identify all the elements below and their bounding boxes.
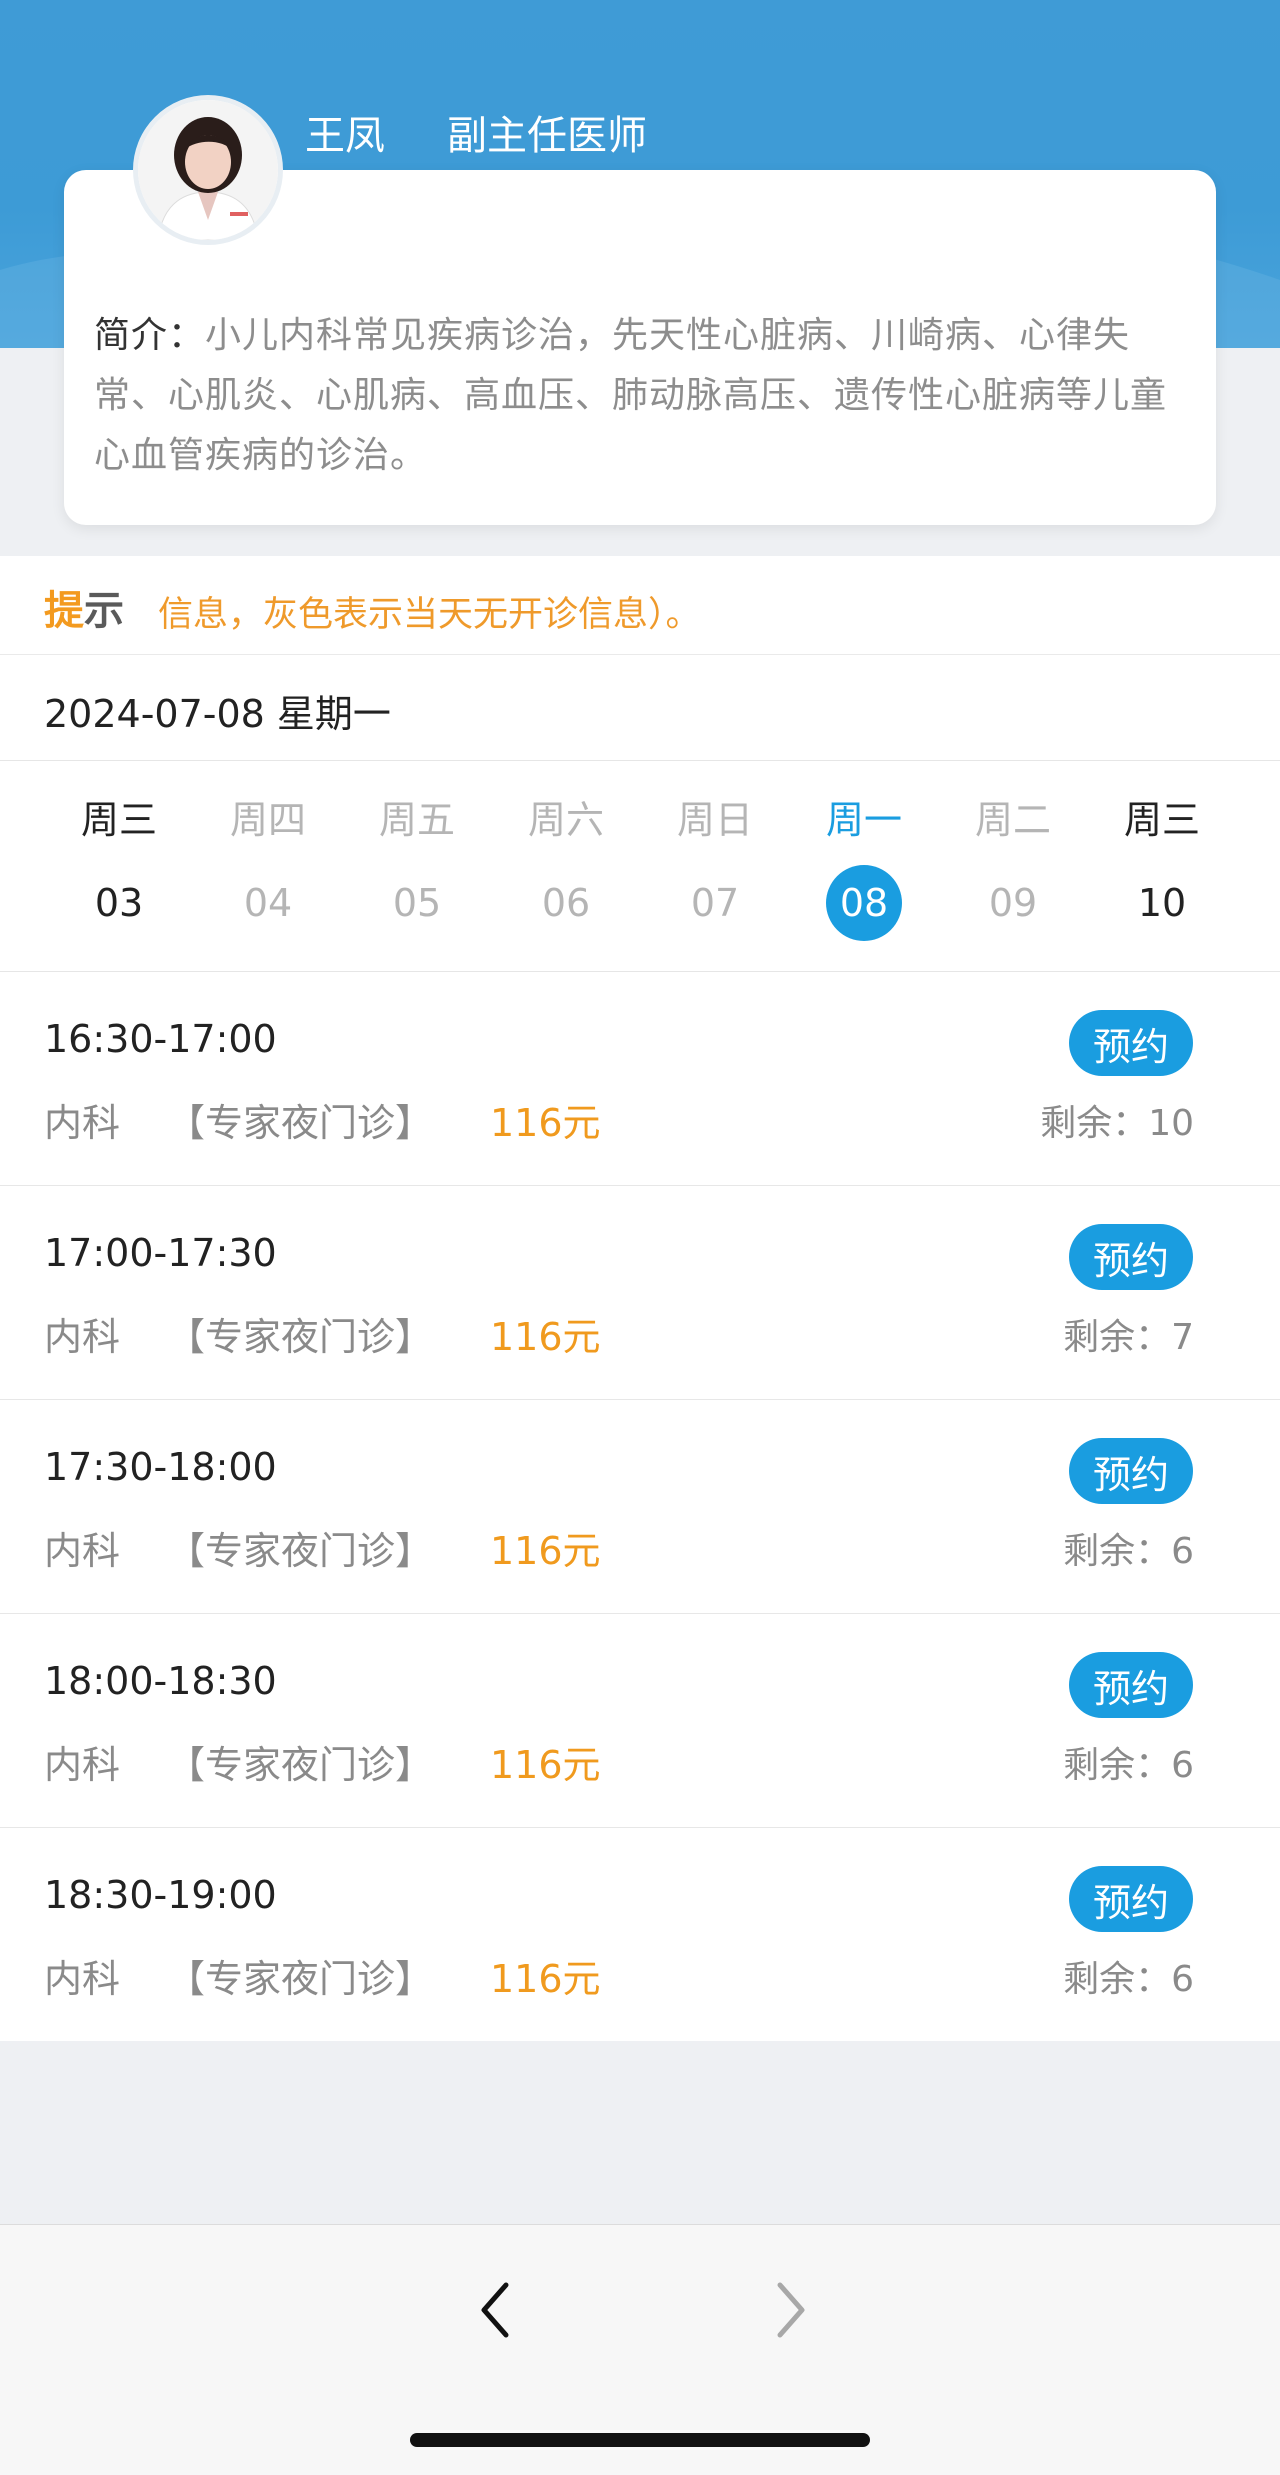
slot-remaining: 剩余：6 [1063, 1959, 1194, 2000]
doctor-title: 副主任医师 [447, 113, 647, 159]
slot-department: 内科 [44, 1101, 121, 1145]
date-day-number: 04 [243, 881, 293, 925]
slot-remaining: 剩余：6 [1063, 1531, 1194, 1572]
date-cell[interactable]: 周六 06 [491, 761, 641, 971]
slot-time: 18:30-19:00 [44, 1873, 277, 1917]
date-day-number: 08 [826, 865, 902, 941]
date-cell[interactable]: 周四 04 [193, 761, 343, 971]
date-day-number: 06 [541, 881, 591, 925]
slot-department: 内科 [44, 1529, 121, 1573]
slot-price: 116元 [490, 1101, 601, 1145]
doctor-name: 王凤 [305, 113, 385, 159]
slot-row: 17:30-18:00 内科 【专家夜门诊】 116元 预约剩余：6 [0, 1400, 1280, 1614]
slot-price: 116元 [490, 1957, 601, 2001]
doctor-photo-image [138, 100, 278, 240]
selected-date: 2024-07-08 星期一 [44, 692, 391, 736]
slot-time: 18:00-18:30 [44, 1659, 277, 1703]
browser-toolbar [0, 2224, 1280, 2475]
slot-row: 18:00-18:30 内科 【专家夜门诊】 116元 预约剩余：6 [0, 1614, 1280, 1828]
chevron-left-icon [481, 2282, 509, 2338]
doctor-avatar [133, 95, 283, 245]
date-day-number: 10 [1137, 881, 1187, 925]
date-weekday: 周 [1236, 789, 1280, 844]
date-day-number: 07 [690, 881, 740, 925]
forward-button[interactable] [760, 2275, 820, 2345]
tip-bar: 提示 信息，灰色表示当天无开诊信息）。 [0, 556, 1280, 655]
slot-list: 16:30-17:00 内科 【专家夜门诊】 116元 预约 剩余：10 17:00-17:… [0, 972, 1280, 2041]
slot-remaining: 剩余：6 [1063, 1745, 1194, 1786]
tip-icon: 提示 [44, 578, 124, 636]
chevron-right-icon [777, 2282, 805, 2338]
date-day-number: 05 [392, 881, 442, 925]
slot-department: 内科 [44, 1957, 121, 2001]
date-cell[interactable]: 周一 08 [789, 761, 939, 971]
slot-row: 17:00-17:30 内科 【专家夜门诊】 116元 预约剩余：7 [0, 1186, 1280, 1400]
date-weekday: 周三 [80, 798, 157, 842]
home-indicator [410, 2433, 870, 2447]
slot-department: 内科 [44, 1743, 121, 1787]
slot-row: 16:30-17:00 内科 【专家夜门诊】 116元 预约剩余：10 [0, 972, 1280, 1186]
book-button[interactable]: 预约 [1069, 1438, 1193, 1504]
tip-text: 信息，灰色表示当天无开诊信息）。 [158, 595, 701, 635]
date-day-number [1273, 865, 1280, 941]
date-weekday: 周日 [676, 798, 753, 842]
intro-text: 小儿内科常见疾病诊治，先天性心脏病、川崎病、心律失常、心肌炎、心肌病、高血压、肺… [94, 315, 1168, 476]
date-day-number: 03 [94, 881, 144, 925]
slot-department: 内科 [44, 1315, 121, 1359]
book-button[interactable]: 预约 [1069, 1010, 1193, 1076]
slot-remaining: 剩余：7 [1063, 1317, 1194, 1358]
date-cell[interactable]: 周五 05 [342, 761, 492, 971]
date-weekday: 周二 [974, 798, 1051, 842]
date-weekday: 周六 [527, 798, 604, 842]
book-button[interactable]: 预约 [1069, 1652, 1193, 1718]
date-weekday: 周一 [825, 798, 902, 842]
tip-icon-rest: 示 [84, 588, 124, 634]
week-date-picker[interactable]: 周三 03 周四 04 周五 05 周六 06 周日 07 周一 08 周二 09 周三 10 周 [0, 761, 1280, 972]
slot-time: 17:30-18:00 [44, 1445, 277, 1489]
date-cell[interactable]: 周三 10 [1087, 761, 1237, 971]
back-button[interactable] [466, 2275, 526, 2345]
slot-price: 116元 [490, 1743, 601, 1787]
slot-clinic-type: 【专家夜门诊】 [167, 1957, 434, 2001]
book-button[interactable]: 预约 [1069, 1866, 1193, 1932]
slot-price: 116元 [490, 1529, 601, 1573]
doctor-intro: 简介：小儿内科常见疾病诊治，先天性心脏病、川崎病、心律失常、心肌炎、心肌病、高血… [94, 306, 1194, 486]
slot-remaining: 剩余：10 [1040, 1103, 1194, 1144]
date-weekday: 周五 [378, 798, 455, 842]
date-weekday: 周四 [229, 798, 306, 842]
intro-label: 简介： [94, 315, 206, 356]
date-cell[interactable]: 周三 03 [44, 761, 194, 971]
date-bar: 2024-07-08 星期一 [0, 655, 1280, 761]
slot-time: 16:30-17:00 [44, 1017, 277, 1061]
slot-clinic-type: 【专家夜门诊】 [167, 1529, 434, 1573]
slot-row: 18:30-19:00 内科 【专家夜门诊】 116元 预约剩余：6 [0, 1828, 1280, 2041]
slot-price: 116元 [490, 1315, 601, 1359]
tip-icon-main: 提 [44, 588, 84, 634]
slot-clinic-type: 【专家夜门诊】 [167, 1315, 434, 1359]
date-day-number: 09 [988, 881, 1038, 925]
slot-clinic-type: 【专家夜门诊】 [167, 1101, 434, 1145]
date-cell[interactable]: 周 [1236, 761, 1280, 971]
slot-clinic-type: 【专家夜门诊】 [167, 1743, 434, 1787]
book-button[interactable]: 预约 [1069, 1224, 1193, 1290]
date-cell[interactable]: 周日 07 [640, 761, 790, 971]
slot-time: 17:00-17:30 [44, 1231, 277, 1275]
date-weekday: 周三 [1123, 798, 1200, 842]
date-cell[interactable]: 周二 09 [938, 761, 1088, 971]
